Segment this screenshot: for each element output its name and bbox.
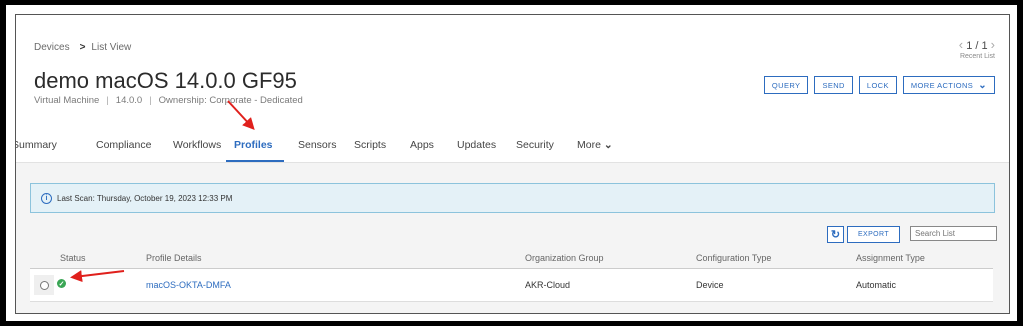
device-details-page: Devices > List View ‹ 1 / 1 › Recent List …: [15, 14, 1010, 314]
screenshot-frame: Devices > List View ‹ 1 / 1 › Recent List …: [6, 5, 1017, 321]
annotation-arrow-profiles: [227, 100, 255, 130]
annotation-arrow-status: [70, 270, 125, 283]
annotation-overlay: [70, 100, 255, 283]
